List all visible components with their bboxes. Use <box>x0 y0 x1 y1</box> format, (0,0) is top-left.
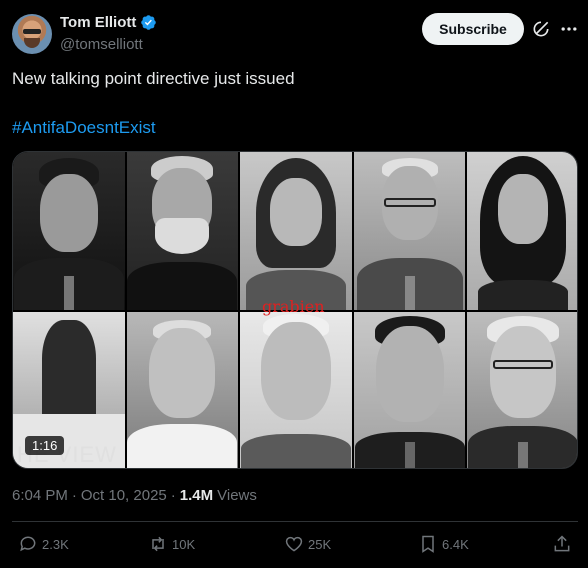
avatar-glasses <box>23 29 41 34</box>
share-button[interactable] <box>552 534 572 554</box>
person-face <box>149 328 216 418</box>
bookmark-icon <box>422 535 434 553</box>
like-count: 25K <box>308 536 332 552</box>
video-tile <box>13 152 125 310</box>
video-duration-badge: 1:16 <box>25 436 65 455</box>
author-name-row: Tom Elliott <box>60 14 157 31</box>
person-body <box>240 434 351 468</box>
video-tile <box>126 312 239 468</box>
video-tile <box>467 312 577 468</box>
verified-badge-icon <box>141 15 157 30</box>
divider <box>12 521 578 522</box>
repost-button[interactable]: 10K <box>148 534 195 554</box>
reply-icon <box>20 536 36 552</box>
hashtag-link[interactable]: #AntifaDoesntExist <box>12 118 156 138</box>
person-body <box>127 424 238 468</box>
tweet-header: Tom Elliott @tomselliott Subscribe <box>12 12 578 56</box>
person-face <box>269 178 322 246</box>
tweet-date[interactable]: Oct 10, 2025 <box>81 487 167 504</box>
subscribe-button[interactable]: Subscribe <box>422 13 524 45</box>
reply-button[interactable]: 2.3K <box>18 534 69 554</box>
person-face <box>260 322 331 420</box>
media-watermark: grabien <box>262 297 325 316</box>
author-name[interactable]: Tom Elliott <box>60 14 136 31</box>
person-face <box>490 326 557 418</box>
person-tie <box>518 442 529 468</box>
author-avatar[interactable] <box>12 14 52 54</box>
tweet-text: New talking point directive just issued <box>12 69 295 88</box>
bookmark-count: 6.4K <box>442 536 469 552</box>
views-count: 1.4M <box>179 487 214 504</box>
video-tile <box>353 312 466 468</box>
bookmark-button[interactable]: 6.4K <box>418 534 469 554</box>
person-glasses <box>493 360 554 369</box>
person-body <box>478 280 569 310</box>
person-beard <box>155 218 210 254</box>
person-tie <box>404 442 415 468</box>
repost-count: 10K <box>172 536 196 552</box>
person-glasses <box>383 198 436 207</box>
avatar-beard <box>24 38 40 48</box>
tweet-meta: 6:04 PM · Oct 10, 2025 · 1.4M Views <box>12 487 257 504</box>
video-tile <box>467 152 577 310</box>
video-tile <box>126 152 239 310</box>
reply-count: 2.3K <box>42 536 69 552</box>
grok-icon[interactable] <box>531 19 551 39</box>
video-tile <box>353 152 466 310</box>
meta-separator: · <box>170 487 176 504</box>
share-icon <box>554 535 570 552</box>
person-face <box>39 174 98 252</box>
more-icon[interactable] <box>559 19 579 39</box>
tweet-time[interactable]: 6:04 PM <box>12 487 68 504</box>
video-tile <box>240 152 352 310</box>
person-body <box>127 262 238 310</box>
person-body <box>41 320 96 416</box>
person-tie <box>404 276 415 310</box>
views-label: Views <box>217 487 257 504</box>
like-button[interactable]: 25K <box>284 534 331 554</box>
person-face <box>375 326 444 422</box>
author-handle[interactable]: @tomselliott <box>60 36 143 53</box>
repost-icon <box>152 536 164 552</box>
heart-icon <box>285 536 303 552</box>
person-tie <box>63 276 74 310</box>
person-face <box>498 174 549 244</box>
meta-separator: · <box>71 487 77 504</box>
action-bar: 2.3K 10K 25K 6.4K <box>12 534 578 558</box>
video-tile <box>240 312 352 468</box>
